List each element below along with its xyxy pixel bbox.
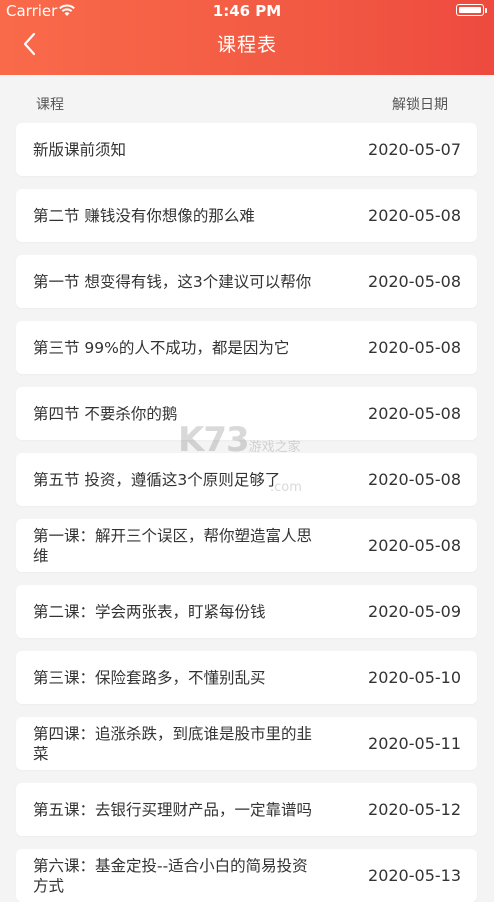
course-title: 第四节 不要杀你的鹅 [33,404,178,423]
course-title: 第二节 赚钱没有你想像的那么难 [33,206,255,225]
course-title: 第一节 想变得有钱，这3个建议可以帮你 [33,272,312,291]
course-title: 第四课：追涨杀跌，到底谁是股市里的韭菜 [33,724,313,763]
course-row[interactable]: 第一节 想变得有钱，这3个建议可以帮你 2020-05-08 [16,255,477,308]
course-row[interactable]: 第四课：追涨杀跌，到底谁是股市里的韭菜 2020-05-11 [16,717,477,770]
course-unlock-date: 2020-05-13 [368,866,461,885]
course-title: 第三节 99%的人不成功，都是因为它 [33,338,290,357]
course-row[interactable]: 第五节 投资，遵循这3个原则足够了 2020-05-08 [16,453,477,506]
course-title: 第六课：基金定投--适合小白的简易投资方式 [33,856,308,895]
course-unlock-date: 2020-05-08 [368,338,461,357]
column-header-course: 课程 [36,97,64,113]
course-title: 第二课：学会两张表，盯紧每份钱 [33,602,266,621]
status-bar: Carrier 1:46 PM [0,0,494,22]
course-title: 第五课：去银行买理财产品，一定靠谱吗 [33,800,313,819]
course-row[interactable]: 第二课：学会两张表，盯紧每份钱 2020-05-09 [16,585,477,638]
course-row[interactable]: 第三节 99%的人不成功，都是因为它 2020-05-08 [16,321,477,374]
course-unlock-date: 2020-05-08 [368,536,461,555]
course-unlock-date: 2020-05-10 [368,668,461,687]
course-unlock-date: 2020-05-08 [368,272,461,291]
header: Carrier 1:46 PM 课程表 [0,0,494,75]
course-unlock-date: 2020-05-12 [368,800,461,819]
battery-icon [456,4,484,16]
page-title: 课程表 [216,34,277,56]
column-header-date: 解锁日期 [392,97,448,113]
course-row[interactable]: 第六课：基金定投--适合小白的简易投资方式 2020-05-13 [16,849,477,902]
course-unlock-date: 2020-05-09 [368,602,461,621]
course-title: 新版课前须知 [33,140,127,159]
clock: 1:46 PM [212,2,282,20]
course-unlock-date: 2020-05-07 [368,140,461,159]
course-row[interactable]: 第四节 不要杀你的鹅 2020-05-08 [16,387,477,440]
course-row[interactable]: 第三课：保险套路多，不懂别乱买 2020-05-10 [16,651,477,704]
course-title: 第一课：解开三个误区，帮你塑造富人思维 [33,526,313,565]
course-title: 第三课：保险套路多，不懂别乱买 [33,668,266,687]
course-unlock-date: 2020-05-11 [368,734,461,753]
course-title: 第五节 投资，遵循这3个原则足够了 [33,470,281,489]
course-unlock-date: 2020-05-08 [368,404,461,423]
course-row[interactable]: 第一课：解开三个误区，帮你塑造富人思维 2020-05-08 [16,519,477,572]
course-unlock-date: 2020-05-08 [368,206,461,225]
course-row[interactable]: 新版课前须知 2020-05-07 [16,123,477,176]
course-row[interactable]: 第五课：去银行买理财产品，一定靠谱吗 2020-05-12 [16,783,477,836]
course-unlock-date: 2020-05-08 [368,470,461,489]
course-row[interactable]: 第二节 赚钱没有你想像的那么难 2020-05-08 [16,189,477,242]
battery-tip [485,8,487,13]
